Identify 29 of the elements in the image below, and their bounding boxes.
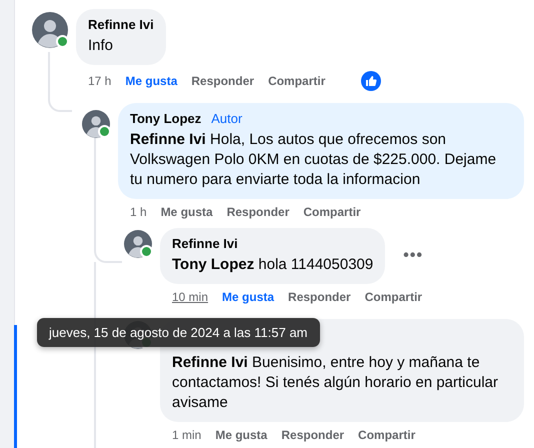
- comment-time[interactable]: 17 h: [88, 74, 112, 88]
- tooltip: jueves, 15 de agosto de 2024 a las 11:57 am: [37, 318, 320, 347]
- reply-link[interactable]: Responder: [226, 205, 290, 219]
- thumbs-up-icon[interactable]: [361, 71, 382, 91]
- comment-text: Tony Lopez hola 1144050309: [172, 255, 374, 275]
- thread-line: [48, 52, 72, 112]
- reply-link[interactable]: Responder: [288, 290, 351, 304]
- comment-text: Refinne Ivi Buenisimo, entre hoy y mañana te contactamos! Si tenés algún horario en particular avisame: [172, 353, 500, 413]
- like-link[interactable]: Me gusta: [125, 74, 178, 88]
- share-link[interactable]: Compartir: [268, 74, 326, 88]
- like-link[interactable]: Me gusta: [222, 290, 274, 304]
- more-options-button[interactable]: •••: [399, 247, 428, 265]
- like-link[interactable]: Me gusta: [215, 428, 268, 442]
- share-link[interactable]: Compartir: [358, 428, 416, 442]
- avatar[interactable]: [32, 12, 68, 48]
- author-name[interactable]: Tony Lopez: [130, 111, 202, 126]
- comment-text: Info: [88, 36, 114, 56]
- like-link[interactable]: Me gusta: [160, 205, 213, 219]
- author-name[interactable]: Refinne Ivi: [88, 17, 154, 32]
- share-link[interactable]: Compartir: [303, 205, 361, 219]
- author-role-label: Autor: [211, 111, 242, 126]
- reply-link[interactable]: Responder: [191, 74, 254, 88]
- share-link[interactable]: Compartir: [364, 290, 422, 304]
- comment-text: Refinne Ivi Hola, Los autos que ofrecemos son Volkswagen Polo 0KM en cuotas de $225.000. Dejame tu numero para enviarte toda la informacion: [130, 130, 498, 190]
- comment-time[interactable]: 10 min: [172, 290, 208, 304]
- author-name[interactable]: Refinne Ivi: [172, 236, 238, 251]
- reply-link[interactable]: Responder: [281, 428, 344, 442]
- comment-time[interactable]: 1 min: [172, 428, 202, 442]
- comment-time[interactable]: 1 h: [130, 205, 147, 219]
